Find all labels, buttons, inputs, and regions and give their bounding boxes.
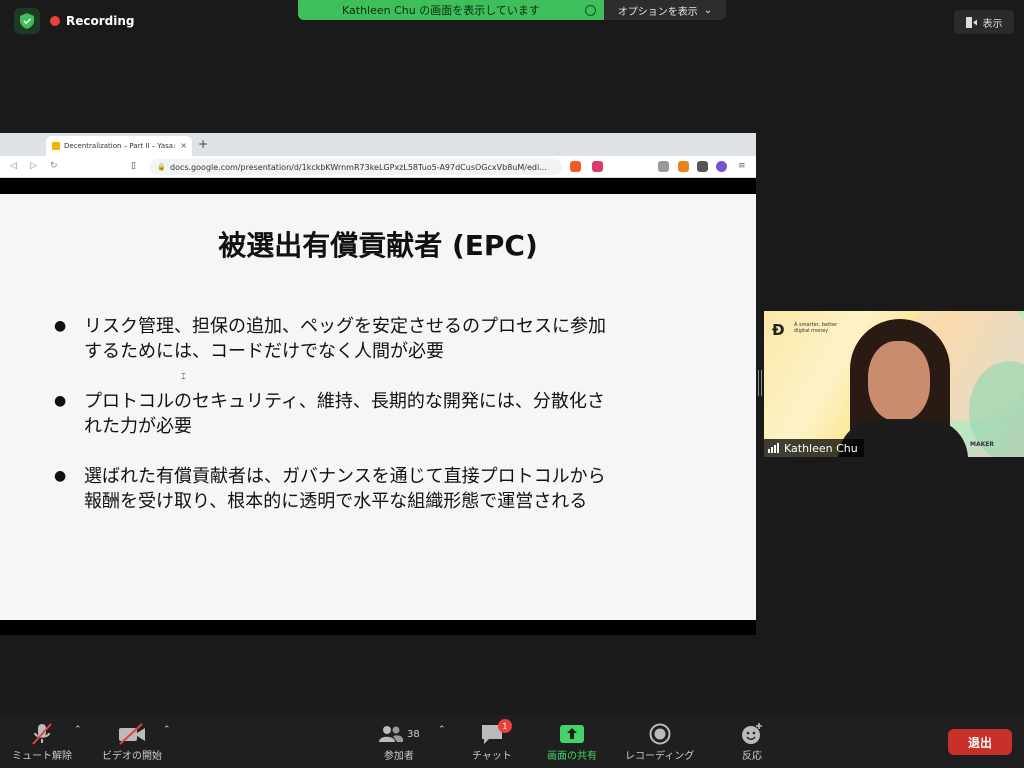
reactions-label: 反応 [742,751,762,762]
maker-brand: MAKER [970,441,994,448]
bullet-line: 選ばれた有償貢献者は、ガバナンスを通じて直接プロトコルから [84,466,606,487]
participants-icon [379,726,404,742]
participants-button[interactable]: 38 参加者 [378,721,420,762]
shared-screen: Decentralization – Part II – Yasa: × + ◁… [0,133,756,635]
browser-toolbar: ◁ ▷ ↻ ▯ 🔒 docs.google.com/presentation/d… [0,156,756,178]
record-label: レコーディング [625,751,695,762]
reactions-button[interactable]: 反応 [740,721,764,762]
new-tab-button[interactable]: + [198,137,208,151]
address-bar[interactable]: 🔒 docs.google.com/presentation/d/1kckbKW… [150,159,562,175]
share-screen-icon [560,725,584,743]
tab-title: Decentralization – Part II – Yasa: [64,142,176,150]
share-status-icon [585,5,596,16]
start-video-label: ビデオの開始 [102,751,162,762]
chat-unread-badge: 1 [497,719,512,733]
text-cursor-icon: ⌶ [181,372,186,381]
slide-bullet: ● プロトコルのセキュリティ、維持、長期的な開発には、分散化さ れた力が必要 [54,389,714,439]
bullet-dot-icon: ● [54,393,67,409]
profile-avatar-icon[interactable] [716,161,727,172]
view-options-button[interactable]: オプションを表示 ⌄ [604,0,726,20]
participant-video[interactable]: Ð A smarter, better digital money MAKER … [764,311,1024,457]
metamask-icon[interactable] [678,161,689,172]
browser-tab[interactable]: Decentralization – Part II – Yasa: × [46,136,192,156]
slide-title: 被選出有償貢献者 (EPC) [218,229,538,262]
emoji-add-icon [742,723,762,744]
chat-button[interactable]: 1 チャット [472,719,512,762]
forward-icon[interactable]: ▷ [30,161,37,171]
share-screen-label: 画面の共有 [547,751,597,762]
signal-strength-icon [768,443,779,453]
slide-bullet: ● リスク管理、担保の追加、ペッグを安定させるのプロセスに参加 するためには、コー… [54,314,714,364]
person-face [868,341,930,421]
slide-top-bar [0,178,756,194]
participant-name-label: Kathleen Chu [764,439,864,457]
share-banner-text: Kathleen Chu の画面を表示しています [342,4,540,17]
share-screen-button[interactable]: 画面の共有 [547,721,597,762]
bullet-line: リスク管理、担保の追加、ペッグを安定させるのプロセスに参加 [84,316,606,337]
bookmark-icon[interactable]: ▯ [131,161,136,171]
leave-button[interactable]: 退出 [948,729,1012,755]
video-off-icon [119,723,145,745]
bullet-line: プロトコルのセキュリティ、維持、長期的な開発には、分散化さ [84,391,605,412]
bullet-line: 報酬を受け取り、根本的に透明で水平な組織形態で運営される [84,491,588,512]
meeting-toolbar: ミュート解除 ⌃ ビデオの開始 ⌃ 38 参加者 ⌃ 1 チャット 画面の共有 … [0,715,1024,768]
bullet-dot-icon: ● [54,318,67,334]
bullet-line: するためには、コードだけでなく人間が必要 [84,341,444,362]
background-tagline: A smarter, better digital money [794,322,838,334]
menu-icon[interactable]: ≡ [738,161,746,171]
presentation-slide: 被選出有償貢献者 (EPC) ● リスク管理、担保の追加、ペッグを安定させるのプ… [0,194,756,620]
view-label: 表示 [982,18,1003,30]
address-url: docs.google.com/presentation/d/1kckbKWrn… [170,162,547,172]
chevron-down-icon: ⌄ [703,4,713,16]
security-shield-icon[interactable] [14,8,40,34]
view-button[interactable]: 表示 [954,10,1014,34]
lock-icon: 🔒 [157,163,166,171]
unmute-button[interactable]: ミュート解除 [12,721,72,762]
start-video-button[interactable]: ビデオの開始 [102,721,162,762]
record-button[interactable]: レコーディング [625,721,694,762]
chat-label: チャット [472,751,512,762]
brave-rewards-icon[interactable] [592,161,603,172]
slide-bottom-bar [0,620,756,635]
view-layout-icon [965,16,977,28]
video-options-chevron-icon[interactable]: ⌃ [163,725,171,735]
audio-options-chevron-icon[interactable]: ⌃ [74,725,82,735]
unmute-label: ミュート解除 [12,751,72,762]
recording-dot-icon [50,16,60,26]
recording-indicator[interactable]: Recording [50,12,135,30]
slide-bullet: ● 選ばれた有償貢献者は、ガバナンスを通じて直接プロトコルから 報酬を受け取り、根… [54,464,714,514]
resize-handle[interactable] [758,370,762,396]
reload-icon[interactable]: ↻ [50,161,58,171]
participants-count: 38 [407,728,420,740]
options-label: オプションを表示 [617,6,698,18]
screen-share-banner: Kathleen Chu の画面を表示しています [298,0,604,20]
tab-close-icon[interactable]: × [180,141,187,150]
participants-label: 参加者 [383,751,414,762]
slides-favicon-icon [52,142,60,150]
mic-muted-icon [32,723,52,745]
participants-options-chevron-icon[interactable]: ⌃ [438,725,446,735]
bullet-dot-icon: ● [54,468,67,484]
puzzle-icon[interactable] [697,161,708,172]
bullet-line: れた力が必要 [84,416,192,437]
recording-label: Recording [66,14,135,28]
dai-logo-icon: Ð [772,321,785,339]
extension-icon[interactable] [658,161,669,172]
participant-name: Kathleen Chu [784,441,858,455]
record-icon [649,723,671,745]
browser-tabstrip: Decentralization – Part II – Yasa: × + [0,133,756,156]
brave-shield-icon[interactable] [570,161,581,172]
back-icon[interactable]: ◁ [10,161,17,171]
